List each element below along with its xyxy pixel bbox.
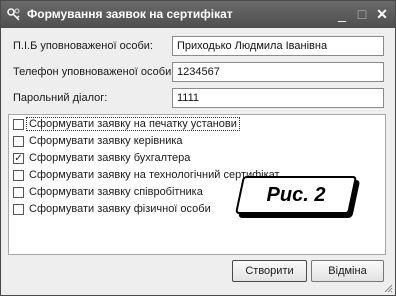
minimize-button[interactable]: _ <box>333 5 351 23</box>
full-name-field[interactable] <box>172 36 384 56</box>
checkbox[interactable] <box>13 136 24 147</box>
checkbox[interactable] <box>13 204 24 215</box>
window-title: Формування заявок на сертифікат <box>27 7 233 21</box>
full-name-label: П.І.Б уповноваженої особи: <box>13 40 153 52</box>
checkbox[interactable]: ✓ <box>13 153 24 164</box>
create-button[interactable]: Створити <box>232 260 307 282</box>
option-label-text: Сформувати заявку на печатку установи <box>26 117 240 131</box>
resize-grip-icon[interactable] <box>383 283 393 293</box>
phone-label: Телефон уповноваженої особи: <box>13 66 175 78</box>
close-button[interactable]: ✕ <box>373 5 391 23</box>
title-bar[interactable]: Формування заявок на сертифікат _ □ ✕ <box>1 1 395 28</box>
option-label: Сформувати заявку бухгалтера <box>29 152 191 164</box>
option-label: Сформувати заявку співробітника <box>29 186 203 198</box>
checkbox[interactable] <box>13 119 24 130</box>
checkbox[interactable] <box>13 187 24 198</box>
figure-caption-text: Рис. 2 <box>266 184 326 206</box>
maximize-button[interactable]: □ <box>353 5 371 23</box>
option-label: Сформувати заявку на печатку установи <box>26 117 240 131</box>
figure-caption-tag: Рис. 2 <box>234 176 358 214</box>
dialog-body: П.І.Б уповноваженої особи: Телефон уповн… <box>1 28 395 295</box>
phone-field[interactable] <box>172 62 384 82</box>
checkbox[interactable] <box>13 170 24 181</box>
certificate-request-window: Формування заявок на сертифікат _ □ ✕ П.… <box>0 0 396 296</box>
option-label: Сформувати заявку фізичної особи <box>29 203 211 215</box>
passphrase-field[interactable] <box>172 88 384 108</box>
keys-icon <box>7 8 20 21</box>
passphrase-label: Парольний діалог: <box>13 92 108 104</box>
option-label: Сформувати заявку керівника <box>29 135 183 147</box>
cancel-button[interactable]: Відміна <box>311 260 384 282</box>
